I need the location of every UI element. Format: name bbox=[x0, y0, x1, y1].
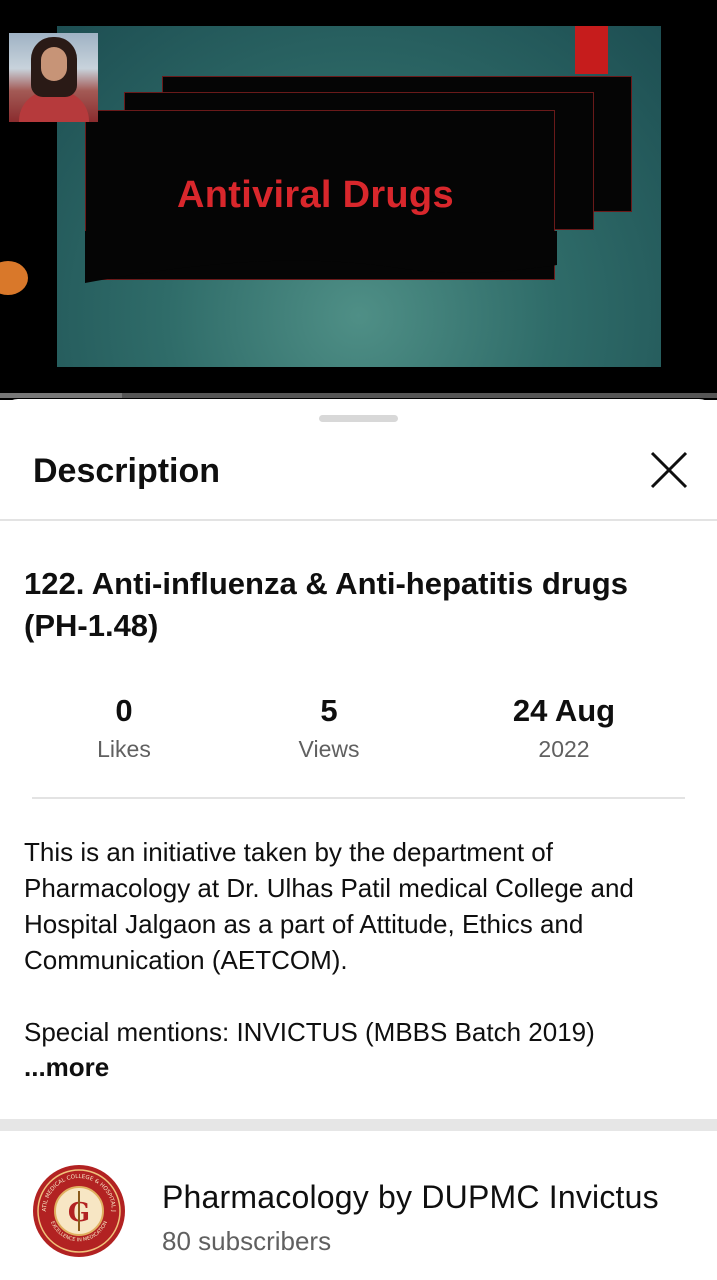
description-text: This is an initiative taken by the depar… bbox=[24, 834, 704, 1050]
presenter-webcam-thumbnail bbox=[9, 33, 98, 122]
channel-subscriber-count: 80 subscribers bbox=[162, 1226, 332, 1256]
sheet-title: Description bbox=[33, 452, 221, 490]
views-count: 5 bbox=[320, 693, 338, 728]
likes-count: 0 bbox=[115, 693, 133, 728]
slide-title: Antiviral Drugs bbox=[177, 174, 454, 216]
slide-red-accent bbox=[575, 26, 608, 74]
pointer-dot bbox=[0, 261, 28, 295]
channel-name[interactable]: Pharmacology by DUPMC Invictus bbox=[162, 1179, 659, 1216]
likes-label: Likes bbox=[97, 736, 151, 762]
upload-date: 24 Aug bbox=[512, 693, 616, 728]
description-paragraph: Special mentions: INVICTUS (MBBS Batch 2… bbox=[24, 1017, 595, 1047]
channel-avatar[interactable]: G ULHAS PATIL MEDICAL COLLEGE & HOSPITAL… bbox=[30, 1155, 126, 1263]
close-icon bbox=[650, 451, 688, 489]
views-stat: 5 Views bbox=[269, 691, 389, 767]
video-progress-fill bbox=[0, 393, 122, 398]
views-label: Views bbox=[298, 736, 360, 762]
show-more-link[interactable]: ...more bbox=[24, 1052, 109, 1083]
video-player[interactable]: Antiviral Drugs bbox=[0, 0, 717, 400]
likes-stat: 0 Likes bbox=[64, 691, 184, 767]
stats-divider bbox=[32, 797, 685, 799]
upload-year: 2022 bbox=[538, 736, 590, 762]
upload-date-stat: 24 Aug 2022 bbox=[484, 691, 644, 767]
video-frame: Antiviral Drugs bbox=[57, 26, 661, 367]
description-paragraph: This is an initiative taken by the depar… bbox=[24, 837, 634, 975]
description-sheet: Description 122. Anti-influenza & Anti-h… bbox=[0, 399, 717, 1280]
sheet-drag-handle[interactable] bbox=[319, 415, 398, 422]
close-button[interactable] bbox=[644, 445, 694, 495]
video-title: 122. Anti-influenza & Anti-hepatitis dru… bbox=[24, 566, 628, 643]
section-separator bbox=[0, 1119, 717, 1131]
header-divider bbox=[0, 519, 717, 521]
video-progress-bar[interactable] bbox=[0, 393, 717, 398]
